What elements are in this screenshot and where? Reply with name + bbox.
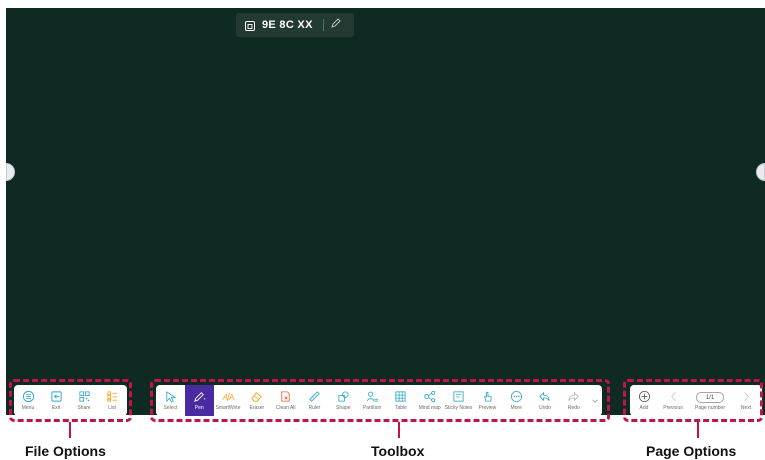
clean-all-tool[interactable]: Clean All <box>271 385 300 416</box>
table-icon <box>395 391 406 402</box>
chevron-left-icon <box>670 392 676 401</box>
redo-icon <box>568 391 580 402</box>
add-circle-icon <box>638 390 650 403</box>
table-tool[interactable]: Table <box>387 385 416 416</box>
sticky-notes-label: Sticky Notes <box>444 405 473 411</box>
mind-map-label: Mind map <box>418 405 441 411</box>
pen-label: Pen <box>194 405 204 411</box>
previous-label: Previous <box>663 405 683 411</box>
cursor-arrow-icon <box>166 391 177 403</box>
collapse-toolbox-button[interactable] <box>588 385 602 416</box>
page-indicator: 1/1 <box>696 392 724 403</box>
mind-map-icon <box>424 390 436 403</box>
page-number-label: Page number <box>694 405 726 411</box>
exit-button[interactable]: Exit <box>42 385 70 416</box>
clean-all-label: Clean All <box>275 405 296 411</box>
file-options-panel: Menu Exit Share List <box>14 385 127 416</box>
smartwrite-label: SmartWrite <box>215 405 241 411</box>
exit-icon <box>50 391 62 402</box>
page-options-callout-line <box>697 422 699 438</box>
hand-pointer-icon <box>484 391 492 402</box>
mind-map-tool[interactable]: Mind map <box>415 385 444 416</box>
shape-tool[interactable]: Shape <box>329 385 358 416</box>
page-options-panel: Add Previous 1/1 Page number Next <box>630 385 762 416</box>
preview-tool[interactable]: Preview <box>473 385 502 416</box>
list-button[interactable]: List <box>98 385 126 416</box>
undo-icon <box>539 391 551 402</box>
add-label: Add <box>639 405 649 411</box>
select-label: Select <box>163 405 178 411</box>
ruler-label: Ruler <box>308 405 321 411</box>
preview-label: Preview <box>478 405 497 411</box>
list-icon <box>106 391 117 402</box>
redo-tool[interactable]: Redo <box>559 385 588 416</box>
share-qr-icon <box>78 391 90 402</box>
file-options-caption: File Options <box>25 443 106 459</box>
undo-tool[interactable]: Undo <box>531 385 560 416</box>
exit-label: Exit <box>51 405 61 411</box>
board-code-icon <box>244 19 256 31</box>
pen-tool[interactable]: Pen <box>184 385 214 416</box>
redo-label: Redo <box>567 405 580 411</box>
page-options-caption: Page Options <box>646 443 737 459</box>
toolbox-callout-line <box>398 422 400 438</box>
more-tool[interactable]: More <box>502 385 531 416</box>
chevron-down-icon <box>592 399 598 403</box>
smartwrite-icon: AA <box>222 392 235 402</box>
next-page-button[interactable]: Next <box>732 385 760 416</box>
menu-icon <box>22 390 34 403</box>
board-title: 9E 8C XX <box>262 19 313 31</box>
title-divider <box>322 19 324 31</box>
page-number-control[interactable]: 1/1 Page number <box>688 385 732 416</box>
eraser-icon <box>251 392 263 402</box>
list-label: List <box>108 405 116 411</box>
shape-label: Shape <box>336 405 351 411</box>
select-tool[interactable]: Select <box>156 385 185 416</box>
table-label: Table <box>394 405 407 411</box>
share-button[interactable]: Share <box>70 385 98 416</box>
edit-title-icon[interactable] <box>330 16 342 34</box>
toolbox-caption: Toolbox <box>371 443 425 459</box>
clean-all-icon <box>281 391 290 402</box>
file-options-callout-line <box>69 422 71 438</box>
more-label: More <box>510 405 522 411</box>
eraser-tool[interactable]: Eraser <box>242 385 271 416</box>
partition-icon <box>366 391 378 402</box>
ruler-tool[interactable]: Ruler <box>300 385 329 416</box>
ruler-icon <box>309 391 320 402</box>
next-label: Next <box>740 405 752 411</box>
board-title-chip[interactable]: 9E 8C XX <box>236 13 354 37</box>
smartwrite-tool[interactable]: AA SmartWrite <box>214 385 243 416</box>
chevron-right-icon <box>743 392 749 401</box>
more-icon <box>510 390 522 403</box>
menu-button[interactable]: Menu <box>14 385 42 416</box>
share-label: Share <box>77 405 91 411</box>
menu-label: Menu <box>21 405 35 411</box>
whiteboard-canvas[interactable] <box>6 8 765 415</box>
eraser-label: Eraser <box>249 405 265 411</box>
add-page-button[interactable]: Add <box>630 385 658 416</box>
sticky-note-icon <box>453 391 464 402</box>
shape-icon <box>338 391 349 402</box>
pen-icon <box>193 392 206 402</box>
previous-page-button[interactable]: Previous <box>658 385 688 416</box>
toolbox-panel: Select Pen AA SmartWrite Eraser Clean Al… <box>156 385 602 416</box>
partition-label: Partition <box>362 405 382 411</box>
partition-tool[interactable]: Partition <box>358 385 387 416</box>
svg-text:A: A <box>228 392 234 402</box>
sticky-notes-tool[interactable]: Sticky Notes <box>444 385 473 416</box>
undo-label: Undo <box>538 405 551 411</box>
